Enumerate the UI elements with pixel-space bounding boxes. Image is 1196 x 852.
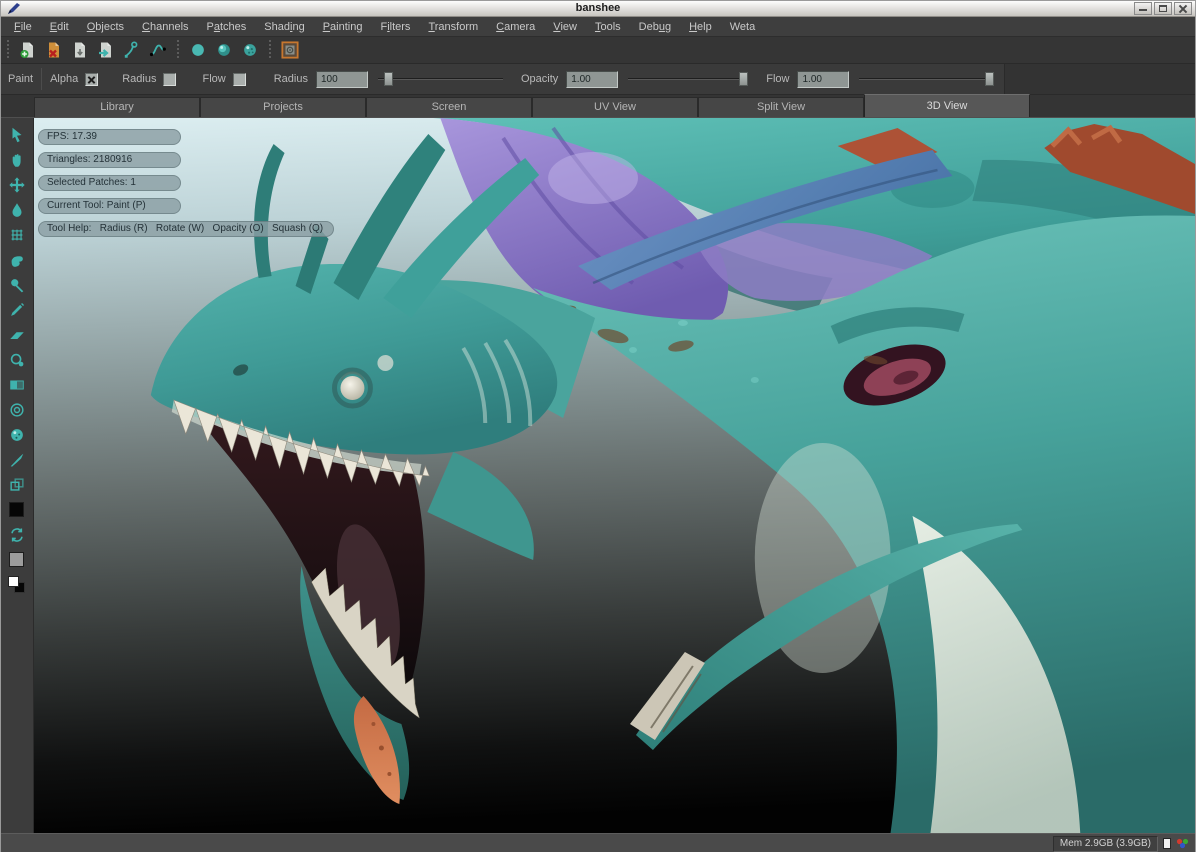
background-color-swatch[interactable] [4,547,30,572]
sphere-flat-icon[interactable] [186,38,210,62]
toolbar-handle [4,40,12,60]
toolbar-handle [266,40,274,60]
separator [41,68,42,90]
radius-slider-handle[interactable] [384,72,393,86]
app-window: banshee FileEditObjectsChannelsPatchesSh… [0,0,1196,852]
minimize-icon [1139,9,1147,11]
3d-viewport[interactable]: FPS: 17.39 Triangles: 2180916 Selected Pat… [34,118,1195,833]
doc-save-icon[interactable] [68,38,92,62]
doc-import-icon[interactable] [94,38,118,62]
sphere-textured-icon[interactable] [238,38,262,62]
curve-path-icon[interactable] [146,38,170,62]
hud-pill-0: FPS: 17.39 [38,129,181,145]
window-title: banshee [1,2,1195,14]
radius-slider[interactable] [378,71,503,87]
menu-item-camera[interactable]: Camera [487,17,544,37]
menu-item-filters[interactable]: Filters [371,17,419,37]
color-pair-swatch[interactable] [4,572,30,597]
menu-bar: FileEditObjectsChannelsPatchesShadingPai… [1,17,1195,37]
toolbar-handle [174,40,182,60]
memory-indicator: Mem 2.9GB (3.9GB) [1053,836,1158,852]
tab-projects[interactable]: Projects [200,97,366,117]
flow-label: Flow [766,73,789,85]
status-bar: Mem 2.9GB (3.9GB) [1,833,1195,852]
menu-item-objects[interactable]: Objects [78,17,133,37]
opacity-field[interactable]: 1.00 [566,71,618,88]
clone-icon[interactable] [4,472,30,497]
hud-pill-2: Selected Patches: 1 [38,175,181,191]
tool-palette [1,118,34,833]
paint-sphere-icon[interactable] [4,422,30,447]
minimize-button[interactable] [1134,2,1152,15]
hud-pill-4: Tool Help: Radius (R) Rotate (W) Opacity… [38,221,334,237]
current-tool-label: Paint [8,73,33,85]
droplet-icon[interactable] [4,197,30,222]
pencil-icon[interactable] [4,297,30,322]
radius-field[interactable]: 100 [316,71,368,88]
title-bar[interactable]: banshee [1,1,1195,17]
current-color-swatch[interactable] [1163,838,1171,849]
hud-pill-3: Current Tool: Paint (P) [38,198,181,214]
flow-checkbox[interactable] [233,73,246,86]
radius-toggle-label: Radius [122,73,156,85]
grid-warp-icon[interactable] [4,222,30,247]
tab-split-view[interactable]: Split View [698,97,864,117]
main-toolbar [1,37,1195,64]
menu-item-patches[interactable]: Patches [198,17,256,37]
doc-new-icon[interactable] [16,38,40,62]
view-tab-bar: LibraryProjectsScreenUV ViewSplit View3D… [1,95,1195,118]
tab-uv-view[interactable]: UV View [532,97,698,117]
opacity-slider-handle[interactable] [739,72,748,86]
radius-checkbox[interactable] [163,73,176,86]
separator [1004,64,1195,94]
menu-item-help[interactable]: Help [680,17,721,37]
select-arrow-icon[interactable] [4,122,30,147]
opacity-label: Opacity [521,73,558,85]
move-icon[interactable] [4,172,30,197]
tab-screen[interactable]: Screen [366,97,532,117]
pan-hand-icon[interactable] [4,147,30,172]
smudge-icon[interactable] [4,247,30,272]
sphere-shaded-icon[interactable] [212,38,236,62]
maximize-button[interactable] [1154,2,1172,15]
swap-colors-icon[interactable] [4,522,30,547]
flow-field[interactable]: 1.00 [797,71,849,88]
menu-item-painting[interactable]: Painting [314,17,372,37]
close-button[interactable] [1174,2,1192,15]
menu-item-tools[interactable]: Tools [586,17,630,37]
doc-close-icon[interactable] [42,38,66,62]
eraser-icon[interactable] [4,322,30,347]
menu-item-shading[interactable]: Shading [255,17,313,37]
flow-toggle-label: Flow [202,73,225,85]
flow-slider-handle[interactable] [985,72,994,86]
flow-slider[interactable] [859,71,994,87]
hud-overlay: FPS: 17.39 Triangles: 2180916 Selected Pat… [38,129,334,244]
tab-library[interactable]: Library [34,97,200,117]
menu-item-edit[interactable]: Edit [41,17,78,37]
pin-icon[interactable] [4,272,30,297]
pen-stroke-icon[interactable] [4,447,30,472]
concentric-rings-icon[interactable] [4,397,30,422]
menu-item-transform[interactable]: Transform [419,17,487,37]
menu-item-channels[interactable]: Channels [133,17,198,37]
pen-path-icon[interactable] [120,38,144,62]
gradient-rect-icon[interactable] [4,372,30,397]
hud-pill-1: Triangles: 2180916 [38,152,181,168]
alpha-checkbox[interactable] [85,73,98,86]
alpha-label: Alpha [50,73,78,85]
maximize-icon [1159,5,1167,12]
menu-item-weta[interactable]: Weta [721,17,764,37]
menu-item-view[interactable]: View [544,17,586,37]
rgb-channels-icon[interactable] [1176,838,1189,849]
menu-item-debug[interactable]: Debug [630,17,680,37]
opacity-slider[interactable] [628,71,748,87]
radius-label: Radius [274,73,308,85]
paint-through-icon[interactable] [278,38,302,62]
tab-3d-view[interactable]: 3D View [864,94,1030,117]
paint-options-bar: Paint Alpha Radius Flow Radius 100 Opaci… [1,64,1195,95]
foreground-color-swatch[interactable] [4,497,30,522]
zoom-ring-icon[interactable] [4,347,30,372]
